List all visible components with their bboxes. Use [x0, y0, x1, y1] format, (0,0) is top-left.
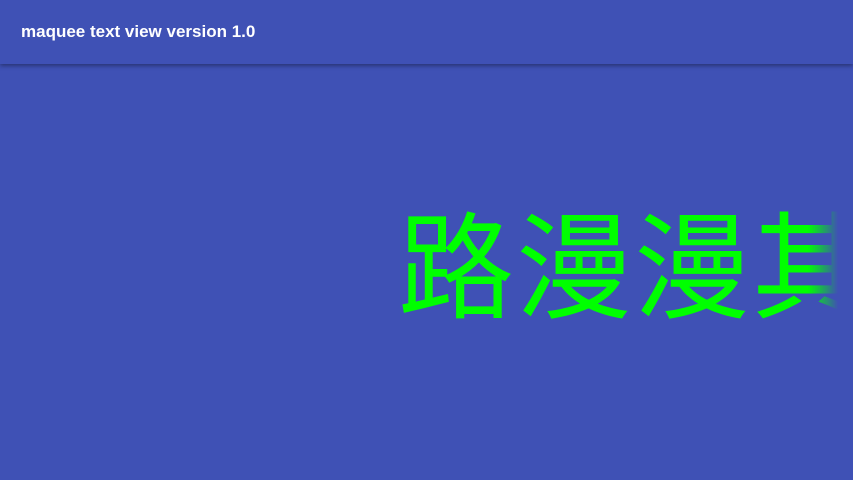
main-content: 路漫漫其 [0, 64, 853, 480]
marquee-text: 路漫漫其 [398, 204, 838, 334]
app-toolbar: maquee text view version 1.0 [0, 0, 853, 64]
app-window: maquee text view version 1.0 路漫漫其 [0, 0, 853, 480]
toolbar-title: maquee text view version 1.0 [21, 22, 256, 41]
marquee-text-view: 路漫漫其 [0, 204, 838, 334]
